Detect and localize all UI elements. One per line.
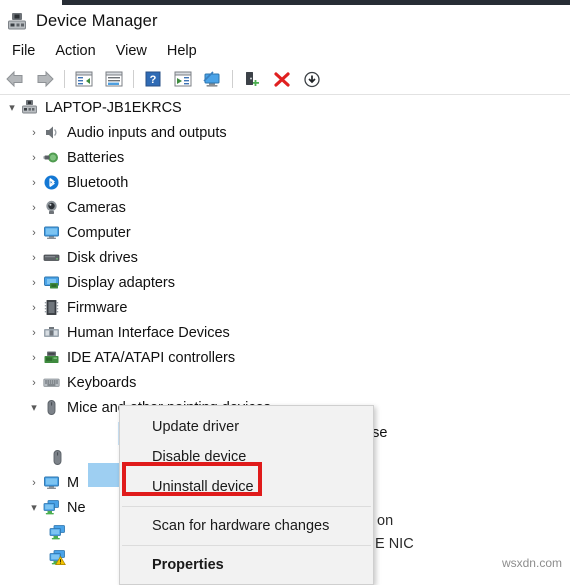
chevron-right-icon[interactable]: › [26, 175, 42, 191]
firmware-chip-icon [42, 299, 60, 317]
chevron-right-icon[interactable]: › [26, 125, 42, 141]
context-menu-item-update-driver[interactable]: Update driver [120, 412, 373, 442]
tree-text-fragment-on: on [377, 513, 394, 529]
scan-for-hardware-changes-icon[interactable] [200, 67, 226, 91]
tree-node-label: IDE ATA/ATAPI controllers [67, 349, 236, 366]
monitor-icon [42, 474, 60, 492]
tree-text-fragment-nic: E NIC [375, 536, 414, 552]
context-menu-separator [122, 506, 371, 507]
context-menu-item-properties[interactable]: Properties [120, 550, 373, 580]
context-menu-separator [122, 545, 371, 546]
tree-node-bluetooth[interactable]: › Bluetooth [0, 170, 570, 195]
computer-root-icon [20, 99, 38, 117]
chevron-down-icon[interactable]: ▾ [26, 400, 42, 416]
tree-node-root[interactable]: ▾ LAPTOP-JB1EKRCS [0, 95, 570, 120]
tree-node-keyboards[interactable]: › Keyboards [0, 370, 570, 395]
ide-controller-icon [42, 349, 60, 367]
menu-action[interactable]: Action [45, 41, 105, 61]
chevron-right-icon[interactable]: › [26, 375, 42, 391]
camera-icon [42, 199, 60, 217]
tree-node-label: Bluetooth [67, 174, 129, 191]
chevron-right-icon[interactable]: › [26, 250, 42, 266]
disk-drive-icon [42, 249, 60, 267]
mouse-icon [42, 399, 60, 417]
tree-node-label: Display adapters [67, 274, 175, 291]
forward-icon[interactable] [32, 67, 58, 91]
back-icon[interactable] [2, 67, 28, 91]
chevron-right-icon[interactable]: › [26, 200, 42, 216]
toolbar-separator [64, 70, 65, 88]
tree-node-label: Computer [67, 224, 131, 241]
tree-node-label: LAPTOP-JB1EKRCS [45, 99, 182, 116]
tree-node-label: Ne [67, 499, 86, 516]
context-menu-item-uninstall-device[interactable]: Uninstall device [120, 472, 373, 502]
show-hide-console-tree-icon[interactable] [71, 67, 97, 91]
chevron-right-icon[interactable]: › [26, 350, 42, 366]
help-icon[interactable]: ? [140, 67, 166, 91]
title-bar: Device Manager [0, 5, 570, 37]
context-menu-item-scan-for-hardware-changes[interactable]: Scan for hardware changes [120, 511, 373, 541]
chevron-right-icon[interactable]: › [26, 300, 42, 316]
properties-icon[interactable] [101, 67, 127, 91]
device-manager-window: Device Manager File Action View Help ? ▾… [0, 0, 570, 585]
menu-view[interactable]: View [106, 41, 157, 61]
menu-help[interactable]: Help [157, 41, 207, 61]
menu-bar: File Action View Help [0, 37, 570, 64]
uninstall-device-icon[interactable] [269, 67, 295, 91]
toolbar-separator [133, 70, 134, 88]
watermark: wsxdn.com [501, 556, 562, 570]
update-driver-icon[interactable] [170, 67, 196, 91]
network-adapter-icon [42, 499, 60, 517]
speaker-icon [42, 124, 60, 142]
context-menu-item-disable-device[interactable]: Disable device [120, 442, 373, 472]
tree-node-label: Keyboards [67, 374, 137, 391]
chevron-right-icon[interactable]: › [26, 475, 42, 491]
tree-node-batteries[interactable]: › Batteries [0, 145, 570, 170]
chevron-right-icon[interactable]: › [26, 275, 42, 291]
tree-node-display-adapters[interactable]: › Display adapters [0, 270, 570, 295]
keyboard-icon [42, 374, 60, 392]
toolbar: ? [0, 64, 570, 95]
tree-node-cameras[interactable]: › Cameras [0, 195, 570, 220]
chevron-right-icon[interactable]: › [26, 150, 42, 166]
tree-node-audio-inputs-and-outputs[interactable]: › Audio inputs and outputs [0, 120, 570, 145]
svg-text:?: ? [150, 74, 157, 86]
chevron-down-icon[interactable]: ▾ [4, 100, 20, 116]
tree-node-label: Firmware [67, 299, 128, 316]
bluetooth-icon [42, 174, 60, 192]
add-legacy-hardware-icon[interactable] [239, 67, 265, 91]
toolbar-separator [232, 70, 233, 88]
network-adapter-warning-icon [48, 549, 66, 567]
tree-node-label: Disk drives [67, 249, 138, 266]
tree-node-label: Audio inputs and outputs [67, 124, 227, 141]
tree-node-ide-ata-atapi-controllers[interactable]: › IDE ATA/ATAPI controllers [0, 345, 570, 370]
mouse-icon [48, 449, 66, 467]
tree-node-label: Cameras [67, 199, 126, 216]
tree-node-label: Human Interface Devices [67, 324, 230, 341]
tree-node-human-interface-devices[interactable]: › Human Interface Devices [0, 320, 570, 345]
disable-device-icon[interactable] [299, 67, 325, 91]
tree-node-computer[interactable]: › Computer [0, 220, 570, 245]
tree-node-firmware[interactable]: › Firmware [0, 295, 570, 320]
chevron-right-icon[interactable]: › [26, 325, 42, 341]
monitor-icon [42, 224, 60, 242]
chevron-right-icon[interactable]: › [26, 225, 42, 241]
menu-file[interactable]: File [2, 41, 45, 61]
tree-node-label: M [67, 474, 80, 491]
chevron-down-icon[interactable]: ▾ [26, 500, 42, 516]
window-title: Device Manager [36, 11, 158, 30]
context-menu[interactable]: Update driver Disable device Uninstall d… [119, 405, 374, 585]
device-manager-icon [6, 10, 28, 32]
tree-node-label: Batteries [67, 149, 125, 166]
hid-icon [42, 324, 60, 342]
battery-icon [42, 149, 60, 167]
tree-node-disk-drives[interactable]: › Disk drives [0, 245, 570, 270]
display-adapter-icon [42, 274, 60, 292]
network-adapter-icon [48, 524, 66, 542]
